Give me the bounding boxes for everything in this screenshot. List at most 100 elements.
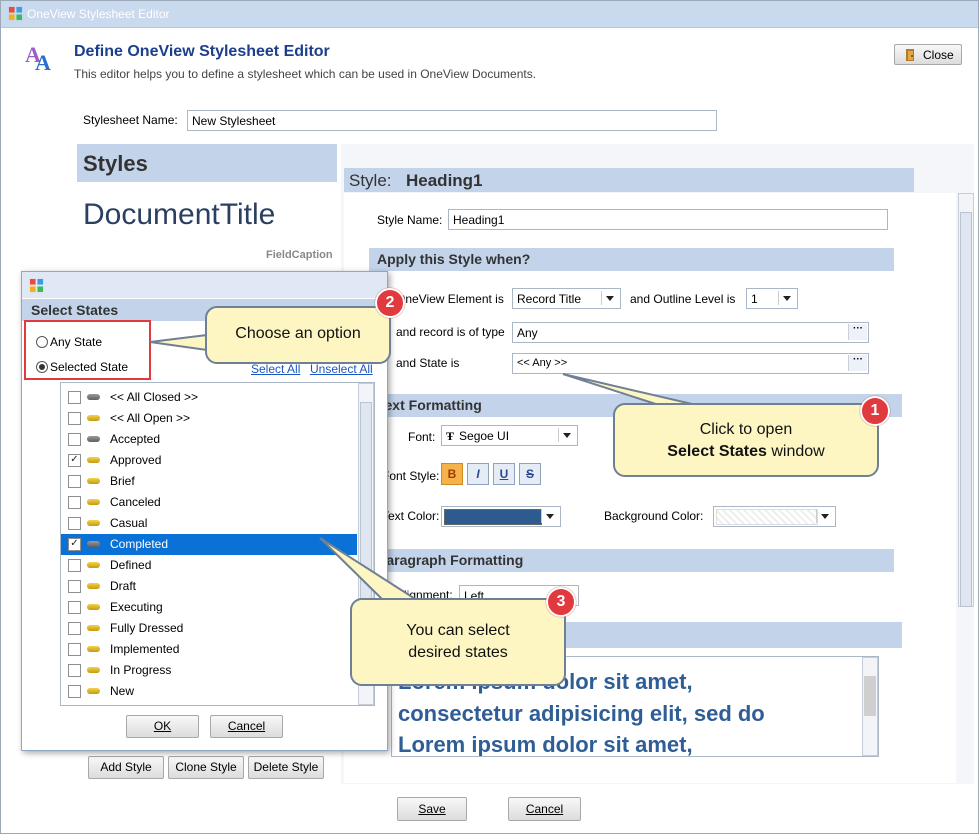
state-checkbox[interactable] [68,643,81,656]
radio-highlight-frame [24,320,151,380]
element-value: Record Title [517,292,582,306]
state-row[interactable]: Fully Dressed [61,618,357,639]
state-checkbox[interactable] [68,622,81,635]
styles-panel-header: Styles [77,144,337,182]
stylesheet-name-label: Stylesheet Name: [83,113,178,127]
unselect-all-link[interactable]: Unselect All [310,362,373,376]
state-label: << All Open >> [110,411,191,425]
state-label: Accepted [110,432,161,446]
styles-heading: Styles [83,151,148,176]
clone-style-button[interactable]: Clone Style [168,756,244,779]
state-field[interactable]: << Any >> ··· [512,353,869,374]
chevron-down-icon [816,509,833,523]
preview-line-2: consectetur adipisicing elit, sed do [398,701,765,726]
state-row[interactable]: In Progress [61,660,357,681]
dialog-ok-button[interactable]: OK [126,715,199,738]
font-value: Segoe UI [459,429,510,443]
dialog-title-bar [22,272,387,298]
state-checkbox[interactable] [68,685,81,698]
record-type-field[interactable]: Any ··· [512,322,869,343]
state-checkbox[interactable] [68,517,81,530]
editor-scrollbar[interactable] [958,193,974,607]
state-checkbox[interactable] [68,391,81,404]
style-name-input[interactable]: Heading1 [448,209,888,230]
style-item-document-title[interactable]: DocumentTitle [83,198,275,232]
states-list: << All Closed >> << All Open >> Accepted ✓ A… [60,382,375,706]
state-row[interactable]: Accepted [61,429,357,450]
preview-scrollbar[interactable] [862,657,878,756]
state-row[interactable]: Casual [61,513,357,534]
state-row[interactable]: Brief [61,471,357,492]
close-button[interactable]: Close [894,44,962,65]
add-style-button[interactable]: Add Style [88,756,164,779]
strikethrough-toggle[interactable]: S [519,463,541,485]
state-row[interactable]: Executing [61,597,357,618]
outline-value: 1 [751,292,758,306]
state-row[interactable]: Implemented [61,639,357,660]
save-button[interactable]: Save [397,797,467,821]
delete-style-button[interactable]: Delete Style [248,756,324,779]
editor-scrollbar-thumb[interactable] [960,212,972,607]
state-icon [87,604,100,610]
state-checkbox[interactable] [68,433,81,446]
callout-1-text-2: window [771,443,825,460]
title-bar: OneView Stylesheet Editor [1,1,978,28]
state-ellipsis-button[interactable]: ··· [848,355,867,371]
window-title: OneView Stylesheet Editor [27,7,170,21]
state-checkbox[interactable] [68,664,81,677]
state-icon [87,394,100,400]
underline-toggle[interactable]: U [493,463,515,485]
state-row[interactable]: ✓ Completed [61,534,357,555]
state-icon [87,667,100,673]
ellipsis-button[interactable]: ··· [848,324,867,340]
state-row[interactable]: << All Closed >> [61,387,357,408]
state-row[interactable]: Canceled [61,492,357,513]
paragraph-formatting-header: Paragraph Formatting [369,549,894,572]
step-3-badge: 3 [546,587,576,617]
step-2-badge: 2 [375,288,405,318]
chevron-down-icon [558,428,575,442]
state-row[interactable]: Defined [61,555,357,576]
state-label: Implemented [110,642,180,656]
state-icon [87,688,100,694]
state-checkbox[interactable]: ✓ [68,454,81,467]
font-letters-icon: A A [25,42,51,72]
preview-line-3: Lorem ipsum dolor sit amet, [398,732,693,757]
stylesheet-name-input[interactable]: New Stylesheet [187,110,717,131]
background-color-picker[interactable] [713,506,836,527]
app-icon [8,6,23,21]
text-color-picker[interactable] [441,506,561,527]
state-row[interactable]: ✓ Approved [61,450,357,471]
element-select[interactable]: Record Title [512,288,621,309]
state-row[interactable]: << All Open >> [61,408,357,429]
state-checkbox[interactable] [68,475,81,488]
italic-toggle[interactable]: I [467,463,489,485]
element-label: OneView Element is [396,292,504,306]
state-label: Draft [110,579,137,593]
state-row[interactable]: Draft [61,576,357,597]
bold-toggle[interactable]: B [441,463,463,485]
state-icon [87,457,100,463]
state-checkbox[interactable] [68,601,81,614]
callout-1-bold: Select States [667,443,767,460]
outline-select[interactable]: 1 [746,288,798,309]
cancel-button[interactable]: Cancel [508,797,581,821]
state-checkbox[interactable] [68,496,81,509]
state-checkbox[interactable] [68,559,81,572]
callout-3: You can select desired states [350,598,566,686]
preview-scrollbar-thumb[interactable] [864,676,876,716]
callout-1: Click to open Select States window [613,403,879,477]
style-name-label: Style Name: [377,213,443,227]
style-editor-header: Style: Heading1 [344,168,914,192]
state-checkbox[interactable] [68,412,81,425]
state-checkbox[interactable] [68,580,81,593]
state-label: << All Closed >> [110,390,199,404]
dialog-cancel-button[interactable]: Cancel [210,715,283,738]
state-checkbox[interactable]: ✓ [68,538,81,551]
state-label: Casual [110,516,148,530]
select-all-link[interactable]: Select All [251,362,300,376]
state-row[interactable]: New [61,681,357,702]
truetype-icon: Ŧ [446,429,455,443]
font-select[interactable]: Ŧ Segoe UI [441,425,578,446]
style-item-field-caption[interactable]: FieldCaption [266,249,333,261]
